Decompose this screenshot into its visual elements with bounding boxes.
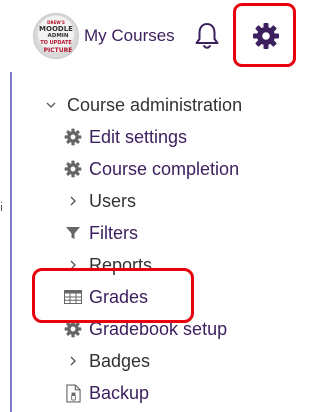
menu-item-backup[interactable]: Backup: [62, 379, 149, 407]
menu-item-filters[interactable]: Filters: [62, 219, 138, 247]
bell-icon[interactable]: [193, 21, 221, 51]
menu-item-label: Edit settings: [89, 126, 188, 147]
avatar-line-2: MOODLE: [39, 25, 73, 33]
chevron-right-icon: [62, 190, 84, 212]
avatar-line-3: ADMIN: [48, 33, 69, 39]
menu-item-label: Backup: [89, 382, 150, 403]
menu-item-label: Users: [89, 190, 137, 211]
menu-item-label: Course completion: [89, 158, 240, 179]
sidebar-border: [10, 72, 12, 412]
course-administration-label: Course administration: [67, 94, 243, 115]
edge-mark: [1, 202, 2, 211]
my-courses-link[interactable]: My Courses: [84, 26, 175, 46]
menu-item-badges[interactable]: Badges: [62, 347, 150, 375]
menu-item-edit-settings[interactable]: Edit settings: [62, 123, 187, 151]
menu-item-label: Badges: [89, 350, 151, 371]
filter-icon: [62, 222, 84, 244]
course-administration-toggle[interactable]: Course administration: [40, 91, 242, 119]
gear-icon: [253, 23, 279, 49]
settings-button[interactable]: [233, 3, 296, 67]
file-icon: [62, 382, 84, 404]
grades-highlight: [32, 268, 194, 323]
menu-item-label: Filters: [89, 222, 138, 243]
avatar[interactable]: DREW'S MOODLE ADMIN TO UPDATE PICTURE: [33, 13, 79, 59]
menu-item-users[interactable]: Users: [62, 187, 136, 215]
gear-icon: [62, 158, 84, 180]
chevron-right-icon: [62, 350, 84, 372]
avatar-line-5: PICTURE: [44, 47, 73, 54]
avatar-line-4: TO UPDATE: [40, 40, 72, 46]
menu-item-course-completion[interactable]: Course completion: [62, 155, 239, 183]
gear-icon: [62, 126, 84, 148]
chevron-down-icon: [40, 94, 62, 116]
